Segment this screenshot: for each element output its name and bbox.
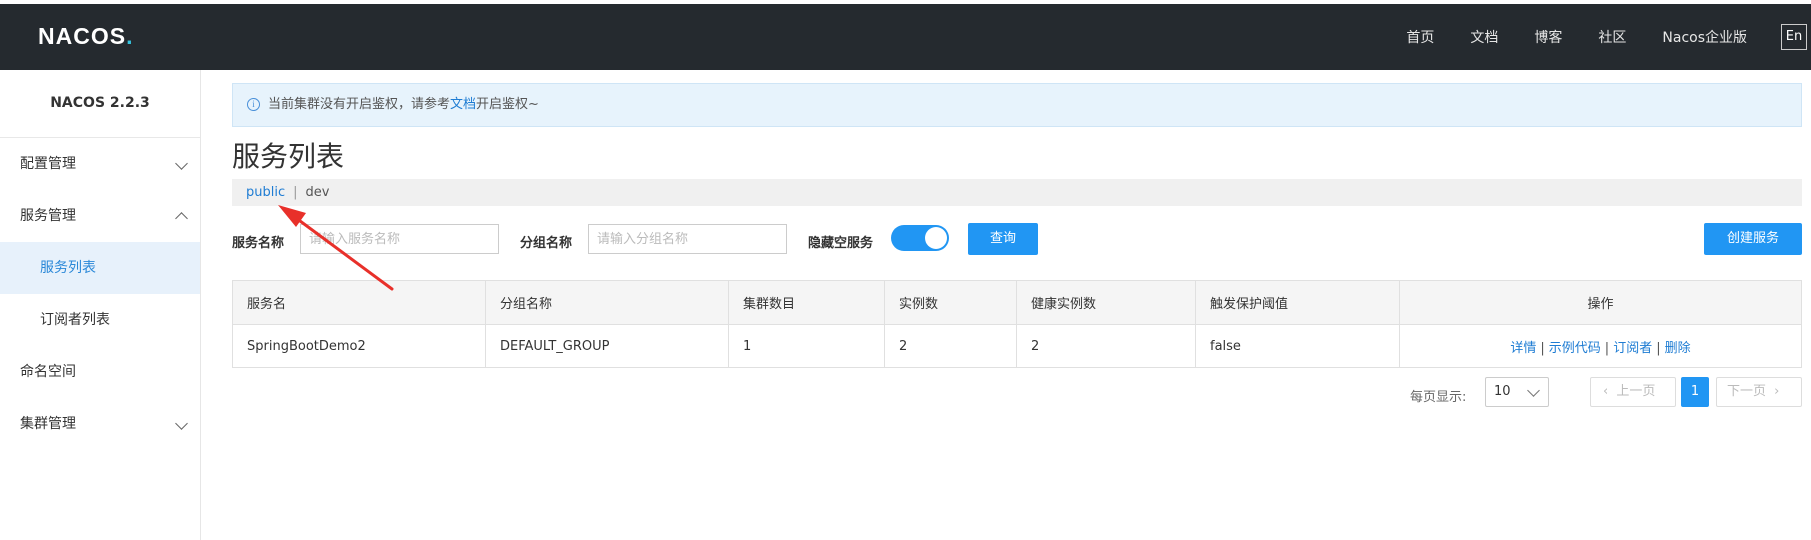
table-header-row: 服务名 分组名称 集群数目 实例数 健康实例数 触发保护阈值 操作 xyxy=(232,280,1802,325)
column-header: 操作 xyxy=(1399,280,1802,325)
version-label: NACOS 2.2.3 xyxy=(0,70,200,138)
sidebar-item-service-management[interactable]: 服务管理 xyxy=(0,190,200,242)
column-header: 服务名 xyxy=(232,280,486,325)
hide-empty-toggle[interactable] xyxy=(891,225,949,251)
hide-empty-label: 隐藏空服务 xyxy=(808,236,874,251)
sample-code-link[interactable]: 示例代码 xyxy=(1549,341,1601,356)
chevron-up-icon xyxy=(175,212,188,225)
query-button[interactable]: 查询 xyxy=(968,223,1038,255)
top-nav: 首页 文档 博客 社区 Nacos企业版 En xyxy=(1370,4,1811,70)
nav-home[interactable]: 首页 xyxy=(1406,27,1434,47)
next-page-button[interactable]: 下一页 › xyxy=(1716,377,1802,407)
sidebar-item-cluster-management[interactable]: 集群管理 xyxy=(0,398,200,450)
sidebar-item-label: 订阅者列表 xyxy=(40,312,110,328)
service-name-input[interactable] xyxy=(300,224,499,254)
nav-blog[interactable]: 博客 xyxy=(1534,27,1562,47)
cell-group-name: DEFAULT_GROUP xyxy=(485,324,729,368)
toggle-knob xyxy=(925,227,947,249)
column-header: 健康实例数 xyxy=(1016,280,1196,325)
cell-instance-count: 2 xyxy=(884,324,1017,368)
create-service-button[interactable]: 创建服务 xyxy=(1704,223,1802,255)
cell-cluster-count: 1 xyxy=(728,324,885,368)
next-page-label: 下一页 xyxy=(1727,384,1767,399)
nav-enterprise[interactable]: Nacos企业版 xyxy=(1662,27,1747,47)
sidebar-item-label: 集群管理 xyxy=(20,416,76,432)
per-page-value: 10 xyxy=(1494,384,1511,399)
group-name-label: 分组名称 xyxy=(520,236,573,251)
cell-protect-threshold: false xyxy=(1195,324,1400,368)
column-header: 集群数目 xyxy=(728,280,885,325)
prev-page-label: 上一页 xyxy=(1616,384,1656,399)
page-title: 服务列表 xyxy=(232,140,345,173)
chevron-down-icon xyxy=(175,417,188,430)
namespace-bar: public | dev xyxy=(232,179,1802,206)
nav-docs[interactable]: 文档 xyxy=(1470,27,1498,47)
subscriber-link[interactable]: 订阅者 xyxy=(1613,341,1652,356)
nacos-logo[interactable]: NACOS. xyxy=(38,23,133,50)
auth-notice: i 当前集群没有开启鉴权，请参考文档开启鉴权~ xyxy=(232,83,1802,127)
namespace-public[interactable]: public xyxy=(232,185,285,200)
column-header: 分组名称 xyxy=(485,280,729,325)
namespace-separator: | xyxy=(293,185,298,200)
sidebar: NACOS 2.2.3 配置管理 服务管理 服务列表 订阅者列表 命名空间 集群… xyxy=(0,70,201,540)
group-name-input[interactable] xyxy=(588,224,787,254)
notice-doc-link[interactable]: 文档 xyxy=(450,97,476,112)
prev-page-button[interactable]: ‹ 上一页 xyxy=(1590,377,1676,407)
sidebar-item-service-list[interactable]: 服务列表 xyxy=(0,242,200,294)
sidebar-item-subscriber-list[interactable]: 订阅者列表 xyxy=(0,294,200,346)
sidebar-item-label: 命名空间 xyxy=(20,364,76,380)
column-header: 触发保护阈值 xyxy=(1195,280,1400,325)
chevron-left-icon: ‹ xyxy=(1603,384,1609,399)
cell-healthy-instance-count: 2 xyxy=(1016,324,1196,368)
notice-text-end: 开启鉴权~ xyxy=(476,97,539,112)
cell-service-name: SpringBootDemo2 xyxy=(232,324,486,368)
notice-text: 当前集群没有开启鉴权，请参考 xyxy=(268,97,451,112)
op-separator: | xyxy=(1604,340,1610,356)
page-number-current[interactable]: 1 xyxy=(1681,377,1709,407)
service-name-label: 服务名称 xyxy=(232,236,285,251)
table-row: SpringBootDemo2 DEFAULT_GROUP 1 2 2 fals… xyxy=(232,324,1802,368)
annotation-arrow xyxy=(278,205,394,291)
per-page-label: 每页显示: xyxy=(1410,390,1467,405)
chevron-down-icon xyxy=(175,157,188,170)
top-navbar: NACOS. 首页 文档 博客 社区 Nacos企业版 En xyxy=(0,4,1811,70)
service-table: 服务名 分组名称 集群数目 实例数 健康实例数 触发保护阈值 操作 Spring… xyxy=(232,280,1802,368)
nav-community[interactable]: 社区 xyxy=(1598,27,1626,47)
pagination: 每页显示: 10 ‹ 上一页 1 下一页 › xyxy=(232,377,1802,409)
cell-operations: 详情 | 示例代码 | 订阅者 | 删除 xyxy=(1399,324,1802,368)
info-icon: i xyxy=(247,98,260,111)
op-separator: | xyxy=(1540,340,1545,356)
sidebar-item-label: 配置管理 xyxy=(20,156,76,172)
chevron-down-icon xyxy=(1527,384,1540,397)
per-page-select[interactable]: 10 xyxy=(1485,377,1549,407)
sidebar-item-config-management[interactable]: 配置管理 xyxy=(0,138,200,190)
namespace-dev[interactable]: dev xyxy=(306,185,330,200)
op-separator: | xyxy=(1656,340,1661,356)
sidebar-item-label: 服务管理 xyxy=(20,208,76,224)
chevron-right-icon: › xyxy=(1774,384,1780,399)
sidebar-item-label: 服务列表 xyxy=(40,260,96,276)
delete-link[interactable]: 删除 xyxy=(1665,341,1691,356)
column-header: 实例数 xyxy=(884,280,1017,325)
filter-bar: 服务名称 分组名称 隐藏空服务 查询 创建服务 xyxy=(232,223,1802,257)
language-switch-button[interactable]: En xyxy=(1781,24,1807,50)
sidebar-item-namespace[interactable]: 命名空间 xyxy=(0,346,200,398)
detail-link[interactable]: 详情 xyxy=(1510,341,1536,356)
